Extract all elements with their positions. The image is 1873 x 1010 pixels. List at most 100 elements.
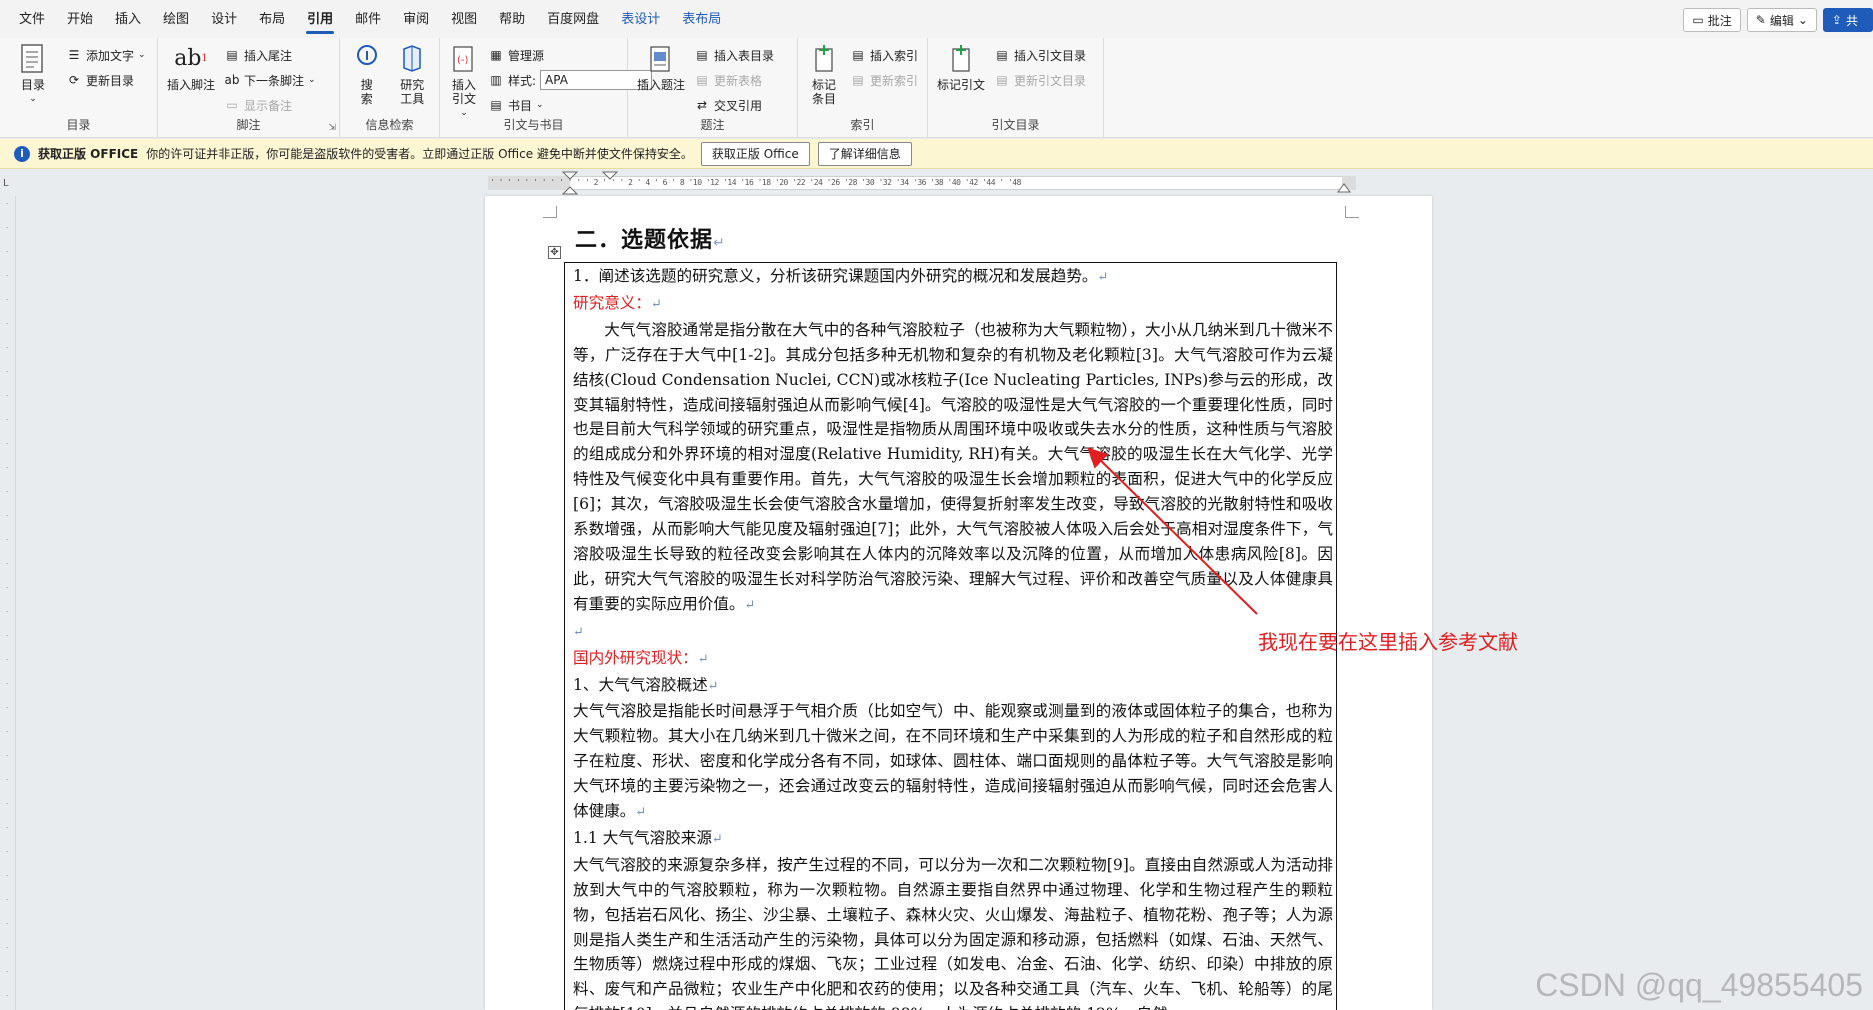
tab-references[interactable]: 引用 <box>296 0 344 38</box>
section-1-title-text: 1、大气气溶胶概述 <box>573 675 708 694</box>
update-index-button[interactable]: ▤ 更新索引 <box>850 69 918 91</box>
search-label: 搜索 <box>360 78 373 106</box>
crop-mark <box>543 206 557 218</box>
paragraph-status-title[interactable]: 国内外研究现状：↵ <box>573 646 1333 673</box>
insert-toa-button[interactable]: ▤ 插入引文目录 <box>994 44 1086 66</box>
add-text-icon: ☰ <box>68 48 80 62</box>
tab-draw[interactable]: 绘图 <box>152 0 200 38</box>
vertical-ruler-tick: · <box>5 392 9 400</box>
horizontal-ruler[interactable]: L ' ' ' ' ' ' ' ' ' ' ' ' 2 ' ' ' 2 ' 4 … <box>0 170 1873 196</box>
vertical-ruler-tick: · <box>5 896 9 904</box>
paragraph-item-1[interactable]: 1．阐述该选题的研究意义，分析该研究课题国内外研究的概况和发展趋势。↵ <box>573 264 1333 291</box>
vertical-ruler-tick: · <box>5 512 9 520</box>
learn-more-button[interactable]: 了解详细信息 <box>817 141 912 166</box>
citation-icon: (-) <box>448 42 480 76</box>
svg-text:(-): (-) <box>457 55 469 66</box>
share-button[interactable]: ⇪ 共 <box>1822 8 1873 32</box>
indent-marker-icon[interactable] <box>560 170 580 196</box>
paragraph-significance[interactable]: 大气气溶胶通常是指分散在大气中的各种气溶胶粒子（也被称为大气颗粒物），大小从几纳… <box>573 318 1333 619</box>
next-footnote-label: 下一条脚注 <box>244 73 305 88</box>
tab-baidu-netdisk[interactable]: 百度网盘 <box>536 0 610 38</box>
insert-endnote-button[interactable]: ▤ 插入尾注 <box>224 44 316 66</box>
get-genuine-office-button[interactable]: 获取正版 Office <box>700 141 810 166</box>
cross-reference-label: 交叉引用 <box>714 98 763 113</box>
mark-entry-icon <box>808 42 840 76</box>
update-toc-label: 更新目录 <box>86 73 135 88</box>
update-toc-button[interactable]: ⟳ 更新目录 <box>66 69 146 91</box>
vertical-ruler-tick: · <box>5 608 9 616</box>
dialog-launcher-icon[interactable]: ⇲ <box>328 123 336 133</box>
section-1-1-text: 大气气溶胶的来源复杂多样，按产生过程的不同，可以分为一次和二次颗粒物[9]。直接… <box>573 855 1333 1010</box>
add-text-label: 添加文字 <box>86 48 135 63</box>
update-table-button[interactable]: ▤ 更新表格 <box>694 69 774 91</box>
next-footnote-icon: ab <box>224 73 240 87</box>
insert-table-of-figures-button[interactable]: ▤ 插入表目录 <box>694 44 774 66</box>
watermark: CSDN @qq_49855405 <box>1535 967 1863 1003</box>
add-text-button[interactable]: ☰ 添加文字 ⌄ <box>66 44 146 66</box>
tab-layout[interactable]: 布局 <box>248 0 296 38</box>
paragraph-empty[interactable]: ↵ <box>573 619 1333 646</box>
document-body[interactable]: 1．阐述该选题的研究意义，分析该研究课题国内外研究的概况和发展趋势。↵ 研究意义… <box>573 264 1333 1010</box>
tab-selector-icon[interactable]: L <box>3 178 9 189</box>
paragraph-section-1[interactable]: 大气气溶胶是指能长时间悬浮于气相介质（比如空气）中、能观察或测量到的液体或固体粒… <box>573 699 1333 826</box>
tab-table-layout[interactable]: 表布局 <box>671 0 732 38</box>
insert-index-button[interactable]: ▤ 插入索引 <box>850 44 918 66</box>
paragraph-mark: ↵ <box>635 805 647 821</box>
tab-design[interactable]: 设计 <box>200 0 248 38</box>
vertical-ruler-tick: · <box>5 728 9 736</box>
tab-help[interactable]: 帮助 <box>488 0 536 38</box>
paragraph-section-1-title[interactable]: 1、大气气溶胶概述↵ <box>573 673 1333 700</box>
vertical-ruler-tick: · <box>5 224 9 232</box>
table-move-handle-icon[interactable]: ✥ <box>548 246 561 259</box>
update-toa-button[interactable]: ▤ 更新引文目录 <box>994 69 1086 91</box>
vertical-ruler-tick: · <box>5 944 9 952</box>
status-title-text: 国内外研究现状： <box>573 648 698 667</box>
tab-view[interactable]: 视图 <box>440 0 488 38</box>
next-footnote-button[interactable]: ab 下一条脚注 ⌄ <box>224 69 316 91</box>
paragraph-mark: ↵ <box>711 831 723 847</box>
insert-endnote-label: 插入尾注 <box>244 48 293 63</box>
tab-file[interactable]: 文件 <box>8 0 56 38</box>
vertical-ruler-tick: · <box>5 368 9 376</box>
show-notes-button[interactable]: ▭ 显示备注 <box>224 94 316 116</box>
editing-button[interactable]: ✎ 编辑 ⌄ <box>1746 8 1817 32</box>
tab-review[interactable]: 审阅 <box>392 0 440 38</box>
tab-insert[interactable]: 插入 <box>104 0 152 38</box>
tab-table-design[interactable]: 表设计 <box>610 0 671 38</box>
group-captions: 插入题注 ▤ 插入表目录 ▤ 更新表格 ⇄ 交叉引用 题注 <box>628 38 798 138</box>
document-page[interactable]: 二．选题依据↵ ✥ 1．阐述该选题的研究意义，分析该研究课题国内外研究的概况和发… <box>485 196 1432 1010</box>
ribbon: 目录 ⌄ ☰ 添加文字 ⌄ ⟳ 更新目录 目录 ab 1 插入脚注 ▤ 插入尾注 ab 下一… <box>0 38 1873 138</box>
section-heading[interactable]: 二．选题依据↵ <box>575 222 726 254</box>
toc-label: 目录 <box>20 78 45 92</box>
insert-index-icon: ▤ <box>852 48 864 62</box>
vertical-ruler[interactable]: · · · · · · · · · · · · · · · · · · · · · · · · · · · · · · · · · · <box>0 196 16 1010</box>
insert-caption-label: 插入题注 <box>636 78 685 92</box>
vertical-ruler-tick: · <box>5 776 9 784</box>
paragraph-mark: ↵ <box>1097 270 1109 285</box>
comments-button[interactable]: ▭ 批注 <box>1683 8 1741 32</box>
vertical-ruler-tick: · <box>5 560 9 568</box>
paragraph-significance-title[interactable]: 研究意义：↵ <box>573 291 1333 318</box>
paragraph-section-1-1[interactable]: 大气气溶胶的来源复杂多样，按产生过程的不同，可以分为一次和二次颗粒物[9]。直接… <box>573 853 1333 1010</box>
paragraph-mark: ↵ <box>744 597 756 613</box>
vertical-ruler-tick: · <box>5 848 9 856</box>
bibliography-label: 书目 <box>508 98 533 113</box>
insert-citation-label: 插入引文 <box>451 78 476 106</box>
menu-right-actions: ▭ 批注 ✎ 编辑 ⌄ ⇪ 共 <box>1683 8 1873 32</box>
group-footnotes: ab 1 插入脚注 ▤ 插入尾注 ab 下一条脚注 ⌄ ▭ 显示备注 脚注 ⇲ <box>158 38 340 138</box>
vertical-ruler-tick: · <box>5 824 9 832</box>
info-title: 获取正版 OFFICE <box>38 147 139 161</box>
vertical-ruler-tick: · <box>5 536 9 544</box>
insert-toa-icon: ▤ <box>996 48 1008 62</box>
paragraph-section-1-1-title[interactable]: 1.1 大气气溶胶来源↵ <box>573 826 1333 853</box>
refresh-table-icon: ⟳ <box>68 73 80 87</box>
tab-home[interactable]: 开始 <box>56 0 104 38</box>
cross-reference-button[interactable]: ⇄ 交叉引用 <box>694 94 774 116</box>
right-indent-icon[interactable] <box>1336 178 1352 194</box>
pencil-icon: ✎ <box>1755 13 1766 27</box>
section-heading-text: 二．选题依据 <box>575 228 714 253</box>
comment-icon: ▭ <box>1692 13 1704 27</box>
tab-mailings[interactable]: 邮件 <box>344 0 392 38</box>
group-table-of-authorities: 标记引文 ▤ 插入引文目录 ▤ 更新引文目录 引文目录 <box>928 38 1104 138</box>
first-line-indent-icon[interactable] <box>600 170 620 182</box>
